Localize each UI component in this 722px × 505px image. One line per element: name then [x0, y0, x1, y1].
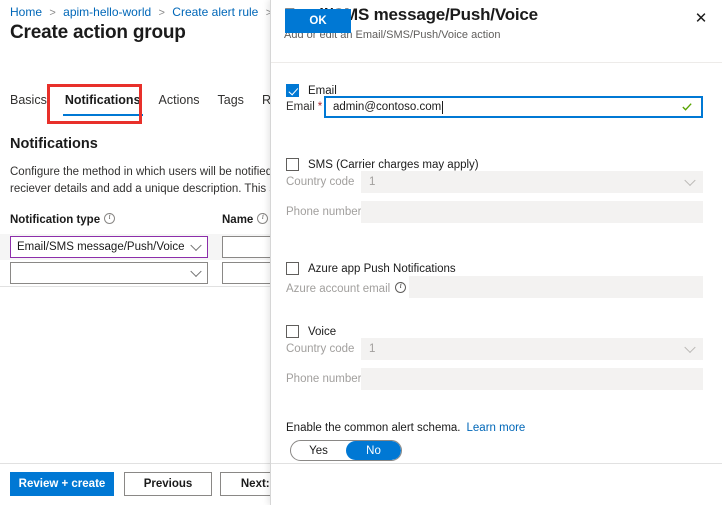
- tab-review-create-label: Revie: [262, 93, 270, 107]
- screenshot-root: Home > apim-hello-world > Create alert r…: [0, 0, 722, 505]
- breadcrumb: Home > apim-hello-world > Create alert r…: [10, 5, 270, 20]
- table-divider: [0, 286, 270, 288]
- breadcrumb-item-create-alert-rule[interactable]: Create alert rule: [172, 5, 258, 19]
- column-header-notification-type: Notification type: [10, 212, 115, 226]
- voice-country-code-label: Country code: [286, 343, 354, 355]
- voice-phone-number-label: Phone number: [286, 373, 361, 385]
- sms-country-code-value: 1: [369, 176, 375, 188]
- push-checkbox-label: Azure app Push Notifications: [308, 263, 456, 275]
- tab-notifications-label: Notifications: [65, 93, 141, 107]
- voice-country-code-value: 1: [369, 343, 375, 355]
- breadcrumb-separator: >: [159, 7, 165, 19]
- section-description: Configure the method in which users will…: [10, 164, 270, 198]
- previous-button[interactable]: Previous: [124, 472, 212, 496]
- common-alert-schema-text: Enable the common alert schema.: [286, 422, 461, 434]
- checkbox-unchecked-icon[interactable]: [286, 325, 299, 338]
- learn-more-link[interactable]: Learn more: [467, 422, 526, 434]
- common-alert-schema-label: Enable the common alert schema. Learn mor…: [286, 422, 525, 434]
- ok-button[interactable]: OK: [285, 9, 351, 33]
- panel-header-divider: [271, 62, 722, 63]
- name-input-row-1[interactable]: [222, 236, 270, 258]
- breadcrumb-item-resource[interactable]: apim-hello-world: [63, 5, 151, 19]
- email-field-label: Email*: [286, 101, 322, 113]
- info-icon[interactable]: [257, 213, 268, 224]
- chevron-down-icon: [190, 240, 201, 251]
- azure-account-email-label: Azure account email: [286, 281, 406, 295]
- tab-basics[interactable]: Basics: [10, 90, 56, 110]
- notification-type-select-row-2[interactable]: [10, 262, 208, 284]
- column-header-name-label: Name: [222, 214, 253, 226]
- push-checkbox-row[interactable]: Azure app Push Notifications: [286, 262, 456, 275]
- chevron-down-icon: [684, 342, 695, 353]
- column-header-notification-type-label: Notification type: [10, 214, 100, 226]
- chevron-down-icon: [684, 175, 695, 186]
- tab-notifications[interactable]: Notifications: [56, 90, 150, 110]
- voice-phone-number-input[interactable]: [361, 368, 703, 390]
- close-icon[interactable]: ✕: [688, 6, 714, 30]
- email-field-label-text: Email: [286, 101, 315, 113]
- toggle-option-no[interactable]: No: [346, 441, 401, 460]
- azure-account-email-label-text: Azure account email: [286, 283, 390, 295]
- toggle-option-yes[interactable]: Yes: [291, 441, 346, 460]
- sms-phone-number-label: Phone number: [286, 206, 361, 218]
- checkbox-checked-icon[interactable]: [286, 84, 299, 97]
- sms-phone-number-input[interactable]: [361, 201, 703, 223]
- panel-footer: [271, 463, 722, 505]
- info-icon[interactable]: [395, 282, 406, 293]
- breadcrumb-item-home[interactable]: Home: [10, 5, 42, 19]
- tab-actions[interactable]: Actions: [150, 90, 209, 110]
- tab-tags[interactable]: Tags: [209, 90, 253, 110]
- sms-checkbox-label: SMS (Carrier charges may apply): [308, 159, 479, 171]
- notification-type-select-row-1-value: Email/SMS message/Push/Voice: [17, 241, 184, 253]
- name-input-row-2[interactable]: [222, 262, 270, 284]
- tab-basics-label: Basics: [10, 93, 47, 107]
- wizard-tabs: Basics Notifications Actions Tags Revie: [10, 90, 270, 118]
- email-input[interactable]: admin@contoso.com: [324, 96, 703, 118]
- create-action-group-blade: Home > apim-hello-world > Create alert r…: [0, 0, 270, 505]
- voice-country-code-select[interactable]: 1: [361, 338, 703, 360]
- sms-country-code-label: Country code: [286, 176, 354, 188]
- email-checkbox-label: Email: [308, 85, 337, 97]
- sms-checkbox-row[interactable]: SMS (Carrier charges may apply): [286, 158, 479, 171]
- tab-tags-label: Tags: [218, 93, 244, 107]
- section-description-line-1: Configure the method in which users will…: [10, 164, 270, 181]
- page-title: Create action group: [10, 22, 186, 44]
- checkbox-unchecked-icon[interactable]: [286, 158, 299, 171]
- section-heading: Notifications: [10, 136, 98, 152]
- column-header-name: Name: [222, 212, 268, 226]
- section-description-line-2: reciever details and add a unique descri…: [10, 181, 270, 198]
- review-create-button[interactable]: Review + create: [10, 472, 114, 496]
- notification-type-select-row-1[interactable]: Email/SMS message/Push/Voice: [10, 236, 208, 258]
- voice-checkbox-label: Voice: [308, 326, 336, 338]
- common-alert-schema-toggle[interactable]: Yes No: [290, 440, 402, 461]
- valid-checkmark-icon: [682, 102, 692, 112]
- breadcrumb-separator: >: [49, 7, 55, 19]
- tab-review-create[interactable]: Revie: [253, 90, 270, 110]
- azure-account-email-input[interactable]: [409, 276, 703, 298]
- voice-checkbox-row[interactable]: Voice: [286, 325, 336, 338]
- email-input-value: admin@contoso.com: [333, 101, 441, 113]
- chevron-down-icon: [190, 266, 201, 277]
- sms-country-code-select[interactable]: 1: [361, 171, 703, 193]
- email-sms-push-voice-panel: Email/SMS message/Push/Voice Add or edit…: [270, 0, 722, 505]
- required-indicator: *: [318, 101, 322, 113]
- checkbox-unchecked-icon[interactable]: [286, 262, 299, 275]
- info-icon[interactable]: [104, 213, 115, 224]
- tab-selected-underline: [63, 114, 143, 116]
- text-caret: [442, 101, 443, 114]
- tab-actions-label: Actions: [159, 93, 200, 107]
- next-button[interactable]: Next: Ac: [220, 472, 270, 496]
